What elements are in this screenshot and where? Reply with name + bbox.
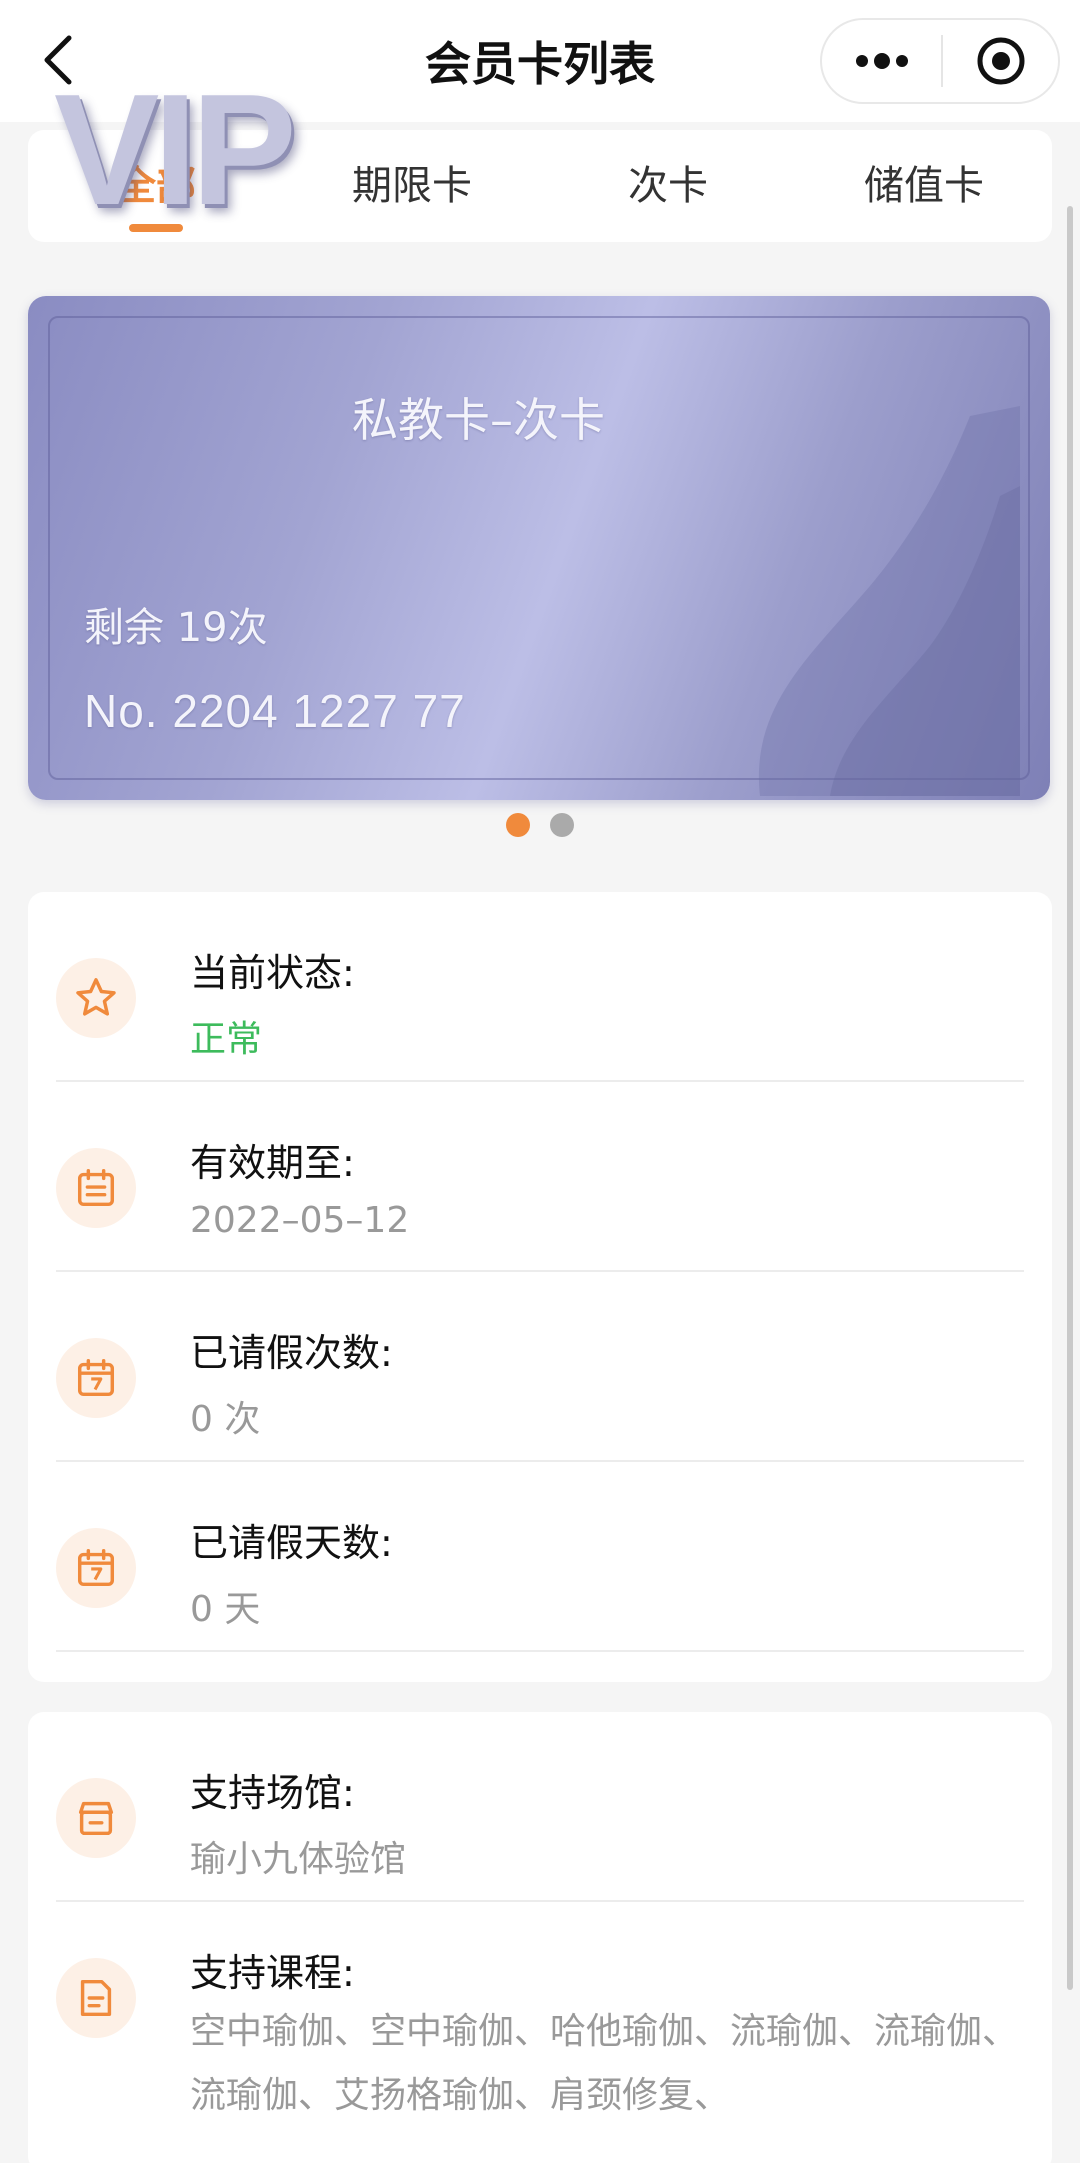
leave-count-icon-wrap	[56, 1338, 136, 1418]
card-number: No. 2204 1227 77	[84, 685, 466, 737]
carousel-dot-active[interactable]	[506, 813, 530, 837]
course-row: 支持课程: 空中瑜伽、空中瑜伽、哈他瑜伽、流瑜伽、流瑜伽、流瑜伽、艾扬格瑜伽、肩…	[56, 1902, 1024, 2163]
calendar-seven-icon	[77, 1359, 115, 1397]
leave-days-label: 已请假天数:	[190, 1521, 393, 1565]
tab-stored-value-card[interactable]: 储值卡	[796, 130, 1052, 242]
course-label: 支持课程:	[190, 1951, 355, 1995]
mini-program-capsule	[820, 18, 1060, 104]
course-icon-wrap	[56, 1958, 136, 2038]
leave-count-row: 已请假次数: 0 次	[56, 1272, 1024, 1462]
expiry-label: 有效期至:	[190, 1141, 355, 1185]
card-remaining: 剩余 19次	[84, 605, 268, 651]
tab-term-card[interactable]: 期限卡	[284, 130, 540, 242]
leave-count-value: 0 次	[190, 1399, 261, 1440]
store-icon	[78, 1801, 114, 1836]
leave-days-icon-wrap	[56, 1528, 136, 1608]
vip-logo: VIP	[54, 62, 297, 238]
venue-row: 支持场馆: 瑜小九体验馆	[56, 1712, 1024, 1902]
card-decoration	[758, 406, 1020, 796]
more-button[interactable]	[822, 20, 941, 102]
card-name: 私教卡–次卡	[352, 393, 605, 447]
expiry-icon-wrap	[56, 1148, 136, 1228]
scrollbar[interactable]	[1067, 206, 1073, 1990]
status-value: 正常	[190, 1019, 263, 1060]
leave-count-label: 已请假次数:	[190, 1331, 393, 1375]
tab-count-card[interactable]: 次卡	[540, 130, 796, 242]
status-row: 当前状态: 正常	[56, 892, 1024, 1082]
card-status-panel: 当前状态: 正常 有效期至: 2022–05–12 已请假次数: 0 次 已请假…	[28, 892, 1052, 1682]
document-icon	[80, 1979, 112, 2017]
course-value: 空中瑜伽、空中瑜伽、哈他瑜伽、流瑜伽、流瑜伽、流瑜伽、艾扬格瑜伽、肩颈修复、	[190, 2011, 1019, 2116]
venue-label: 支持场馆:	[190, 1771, 355, 1815]
status-label: 当前状态:	[190, 951, 355, 995]
expiry-row: 有效期至: 2022–05–12	[56, 1082, 1024, 1272]
leave-days-value: 0 天	[190, 1589, 261, 1630]
card-support-panel: 支持场馆: 瑜小九体验馆 支持课程: 空中瑜伽、空中瑜伽、哈他瑜伽、流瑜伽、流瑜…	[28, 1712, 1052, 2163]
divider	[56, 1650, 1024, 1652]
carousel-dot[interactable]	[550, 813, 574, 837]
record-target-icon	[977, 37, 1024, 85]
calendar-list-icon	[77, 1169, 115, 1207]
more-dots-icon	[855, 53, 908, 69]
venue-value: 瑜小九体验馆	[190, 1839, 407, 1880]
status-icon-wrap	[56, 958, 136, 1038]
calendar-seven-icon	[77, 1549, 115, 1587]
star-icon	[76, 978, 116, 1016]
carousel-indicator	[0, 813, 1080, 837]
close-miniprogram-button[interactable]	[943, 20, 1058, 102]
leave-days-row: 已请假天数: 0 天	[56, 1462, 1024, 1652]
venue-icon-wrap	[56, 1778, 136, 1858]
expiry-value: 2022–05–12	[190, 1200, 410, 1241]
